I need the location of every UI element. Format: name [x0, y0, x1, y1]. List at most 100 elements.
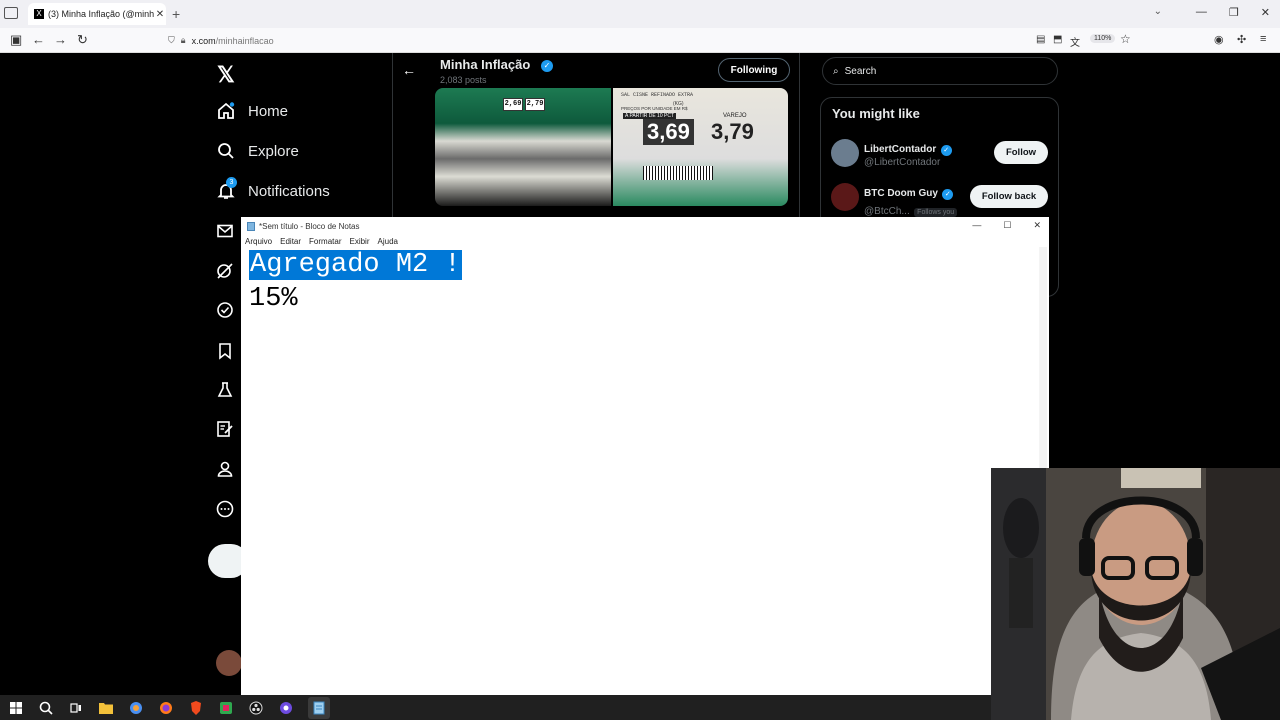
reader-view-icon[interactable]: ▤ — [1036, 34, 1045, 45]
product-label: SAL CISNE REFINADO EXTRA — [621, 92, 694, 98]
menu-arquivo[interactable]: Arquivo — [245, 237, 272, 246]
notepad-window[interactable]: *Sem título - Bloco de Notas — ☐ ✕ Arqui… — [241, 217, 1049, 695]
retail-price: 3,79 — [711, 119, 754, 144]
profile-icon[interactable] — [216, 460, 236, 480]
verified-icon[interactable] — [216, 301, 236, 321]
back-arrow-icon[interactable]: ← — [402, 62, 416, 78]
menu-formatar[interactable]: Formatar — [309, 237, 341, 246]
text-line[interactable]: 15% — [249, 282, 462, 316]
grok-icon[interactable] — [216, 262, 236, 282]
follow-button[interactable]: Follow — [994, 141, 1048, 164]
extensions-icon[interactable]: ✣ — [1237, 33, 1246, 46]
search-input[interactable]: ⌕ Search — [822, 57, 1058, 85]
maximize-icon[interactable]: ☐ — [1003, 220, 1011, 231]
reload-icon[interactable]: ↻ — [77, 32, 88, 48]
chevron-down-icon[interactable]: ⌄ — [1154, 6, 1162, 17]
sidebar-item-home[interactable]: Home — [216, 101, 288, 121]
webcam-feed-image — [991, 468, 1280, 720]
home-icon — [216, 101, 236, 121]
lock-icon[interactable]: 🔒︎ — [181, 35, 186, 46]
product-sub: PREÇOS POR UNIDADE EM R$ — [621, 106, 688, 111]
post-count: 2,083 posts — [440, 75, 487, 85]
selected-text[interactable]: Agregado M2 ! — [249, 250, 462, 280]
screenshot-icon[interactable]: ⬒ — [1053, 34, 1062, 45]
windows-start-icon[interactable] — [8, 700, 24, 716]
account-row[interactable]: BTC Doom Guy ✓ @BtcCh... Follows you — [864, 183, 958, 219]
obs-icon[interactable] — [248, 700, 264, 716]
close-icon[interactable]: ✕ — [1033, 220, 1041, 231]
address-bar[interactable]: ⛉ 🔒︎ x.com/minhainflacao — [168, 31, 1138, 50]
account-handle: @LibertContador — [864, 157, 941, 168]
app-icon[interactable] — [218, 700, 234, 716]
bookmark-star-icon[interactable]: ☆ — [1120, 32, 1131, 46]
media-image-right[interactable]: SAL CISNE REFINADO EXTRA (KG) PREÇOS POR… — [613, 88, 788, 206]
task-view-icon[interactable] — [68, 700, 84, 716]
forward-icon[interactable]: → — [54, 32, 67, 47]
close-tab-icon[interactable]: ✕ — [154, 9, 166, 20]
media-image-left[interactable]: 2,69 2,79 — [435, 88, 611, 206]
minimize-icon[interactable]: — — [1196, 6, 1207, 19]
shield-icon[interactable]: ⛉ — [168, 35, 175, 46]
browser-tab-bar: X (3) Minha Inflação (@minhainfl… ✕ + ⌄ … — [0, 0, 1280, 28]
avatar[interactable] — [216, 650, 242, 676]
profile-name: Minha Inflação — [440, 57, 531, 72]
minimize-icon[interactable]: — — [972, 220, 981, 231]
window-controls: — ❐ ✕ — [1196, 6, 1270, 19]
back-icon[interactable]: ← — [32, 32, 45, 47]
notepad-window-controls: — ☐ ✕ — [972, 220, 1041, 231]
account-row[interactable]: LibertContador ✓ @LibertContador — [864, 139, 952, 168]
restore-icon[interactable]: ❐ — [1229, 6, 1239, 19]
account-name: LibertContador — [864, 144, 937, 155]
taskbar — [0, 695, 991, 720]
panel-title: You might like — [832, 106, 920, 121]
verified-badge-icon: ✓ — [942, 189, 954, 200]
menu-icon[interactable]: ≡ — [1260, 33, 1266, 45]
menu-ajuda[interactable]: Ajuda — [378, 237, 398, 246]
promo-price: 3,69 — [643, 119, 694, 145]
translate-icon[interactable]: 文 — [1070, 34, 1080, 49]
flask-icon[interactable] — [216, 381, 236, 401]
sidebar-item-notifications[interactable]: 3 Notifications — [216, 177, 330, 201]
notepad-title-bar[interactable]: *Sem título - Bloco de Notas — [241, 217, 1049, 235]
account-icon[interactable]: ◉ — [1214, 33, 1224, 46]
follows-you-badge: Follows you — [914, 208, 958, 217]
firefox-icon[interactable] — [158, 700, 174, 716]
tab-overview-icon[interactable] — [4, 7, 18, 19]
sidebar-toggle-icon[interactable]: ▣ — [10, 32, 22, 48]
menu-exibir[interactable]: Exibir — [349, 237, 369, 246]
tab-title: (3) Minha Inflação (@minhainfl… — [48, 9, 154, 19]
search-icon[interactable] — [38, 700, 54, 716]
notepad-text-area[interactable]: Agregado M2 ! 15% — [249, 248, 462, 316]
sidebar-item-label: Home — [248, 102, 289, 120]
bookmark-icon[interactable] — [216, 342, 236, 362]
account-handle: @BtcCh... — [864, 206, 910, 217]
barcode — [643, 166, 713, 180]
x-logo-icon[interactable]: 𝕏 — [217, 62, 235, 88]
chat-app-icon[interactable] — [278, 700, 294, 716]
file-explorer-icon[interactable] — [98, 700, 114, 716]
browser-nav-bar: ▣ ← → ↻ ⛉ 🔒︎ x.com/minhainflacao ▤ ⬒ 文 1… — [0, 28, 1280, 53]
copilot-icon[interactable] — [128, 700, 144, 716]
search-icon: ⌕ — [833, 65, 839, 77]
close-window-icon[interactable]: ✕ — [1261, 6, 1270, 19]
more-icon[interactable] — [216, 500, 236, 520]
avatar[interactable] — [831, 139, 859, 167]
sidebar-item-explore[interactable]: Explore — [216, 141, 299, 161]
window-title: *Sem título - Bloco de Notas — [259, 221, 360, 231]
following-button[interactable]: Following — [718, 58, 790, 82]
browser-tab[interactable]: X (3) Minha Inflação (@minhainfl… ✕ — [28, 3, 166, 25]
bell-icon: 3 — [216, 177, 237, 201]
menu-editar[interactable]: Editar — [280, 237, 301, 246]
brave-icon[interactable] — [188, 700, 204, 716]
price-tag: 2,69 — [503, 98, 523, 111]
avatar[interactable] — [831, 183, 859, 211]
url-host: x.com — [191, 35, 216, 46]
edit-list-icon[interactable] — [216, 420, 236, 440]
mail-icon[interactable] — [216, 222, 236, 242]
follow-back-button[interactable]: Follow back — [970, 185, 1048, 208]
new-tab-icon[interactable]: + — [172, 6, 180, 22]
notepad-taskbar-icon[interactable] — [308, 696, 330, 719]
x-favicon-icon: X — [34, 9, 44, 19]
zoom-level[interactable]: 110% — [1090, 34, 1116, 43]
verified-badge-icon: ✓ — [541, 60, 553, 72]
